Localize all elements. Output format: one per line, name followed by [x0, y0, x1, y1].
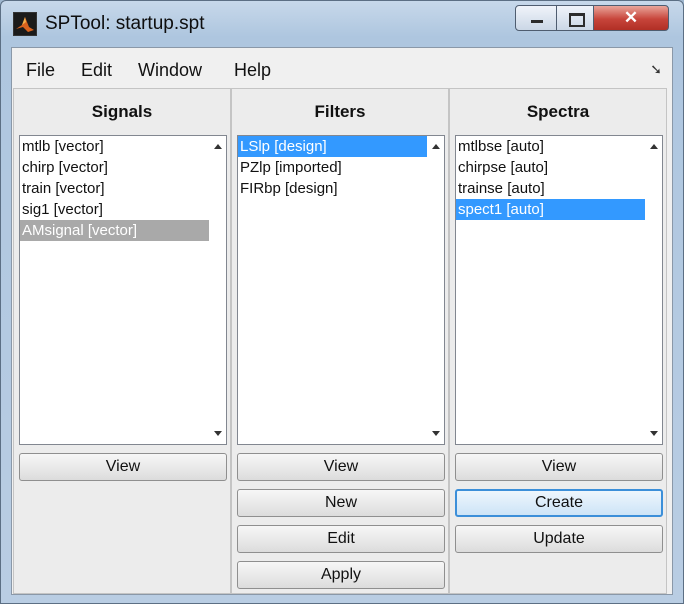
signals-panel: Signals mtlb [vector] chirp [vector] tra… — [13, 88, 231, 594]
spectra-list-item[interactable]: mtlbse [auto] — [456, 136, 645, 157]
spectra-list-item-selected[interactable]: spect1 [auto] — [456, 199, 645, 220]
menu-bar: File Edit Window Help ➘ — [12, 48, 672, 88]
signals-list-item-selected[interactable]: AMsignal [vector] — [20, 220, 209, 241]
spectra-scrollbar[interactable] — [645, 136, 662, 444]
dock-arrow-icon[interactable]: ➘ — [650, 61, 662, 78]
client-area: File Edit Window Help ➘ Signals mtlb [ve… — [11, 47, 673, 595]
filters-list-item-selected[interactable]: LSlp [design] — [238, 136, 427, 157]
menu-window[interactable]: Window — [138, 60, 202, 81]
signals-list-item[interactable]: mtlb [vector] — [20, 136, 209, 157]
spectra-view-button[interactable]: View — [455, 453, 663, 481]
window-title: SPTool: startup.spt — [45, 13, 205, 34]
scroll-down-icon[interactable] — [432, 431, 440, 436]
signals-scrollbar[interactable] — [209, 136, 226, 444]
filters-listbox[interactable]: LSlp [design] PZlp [imported] FIRbp [des… — [237, 135, 445, 445]
scroll-up-icon[interactable] — [432, 144, 440, 149]
minimize-button[interactable] — [515, 5, 557, 31]
spectra-title: Spectra — [526, 102, 590, 121]
spectra-panel: Spectra mtlbse [auto] chirpse [auto] tra… — [449, 88, 667, 594]
filters-scrollbar[interactable] — [427, 136, 444, 444]
signals-list-item[interactable]: chirp [vector] — [20, 157, 209, 178]
title-bar[interactable]: SPTool: startup.spt ✕ — [1, 1, 684, 45]
signals-view-button[interactable]: View — [19, 453, 227, 481]
minimize-icon — [531, 20, 543, 23]
signals-list-item[interactable]: train [vector] — [20, 178, 209, 199]
filters-new-button[interactable]: New — [237, 489, 445, 517]
filters-list-item[interactable]: PZlp [imported] — [238, 157, 427, 178]
scroll-down-icon[interactable] — [214, 431, 222, 436]
close-icon: ✕ — [623, 8, 639, 27]
filters-view-button[interactable]: View — [237, 453, 445, 481]
sptool-window: SPTool: startup.spt ✕ File Edit Window H… — [0, 0, 684, 604]
filters-list-item[interactable]: FIRbp [design] — [238, 178, 427, 199]
menu-file[interactable]: File — [26, 60, 55, 81]
scroll-down-icon[interactable] — [650, 431, 658, 436]
matlab-logo-icon[interactable] — [13, 12, 37, 36]
spectra-update-button[interactable]: Update — [455, 525, 663, 553]
filters-panel: Filters LSlp [design] PZlp [imported] FI… — [231, 88, 449, 594]
menu-edit[interactable]: Edit — [81, 60, 112, 81]
spectra-list-item[interactable]: trainse [auto] — [456, 178, 645, 199]
filters-apply-button[interactable]: Apply — [237, 561, 445, 589]
signals-list-item[interactable]: sig1 [vector] — [20, 199, 209, 220]
menu-help[interactable]: Help — [234, 60, 271, 81]
maximize-button[interactable] — [556, 5, 594, 31]
signals-listbox[interactable]: mtlb [vector] chirp [vector] train [vect… — [19, 135, 227, 445]
filters-title: Filters — [314, 102, 366, 121]
filters-edit-button[interactable]: Edit — [237, 525, 445, 553]
signals-title: Signals — [91, 102, 153, 121]
scroll-up-icon[interactable] — [214, 144, 222, 149]
scroll-up-icon[interactable] — [650, 144, 658, 149]
close-button[interactable]: ✕ — [593, 5, 669, 31]
spectra-listbox[interactable]: mtlbse [auto] chirpse [auto] trainse [au… — [455, 135, 663, 445]
spectra-create-button[interactable]: Create — [455, 489, 663, 517]
spectra-list-item[interactable]: chirpse [auto] — [456, 157, 645, 178]
maximize-icon — [569, 13, 585, 27]
